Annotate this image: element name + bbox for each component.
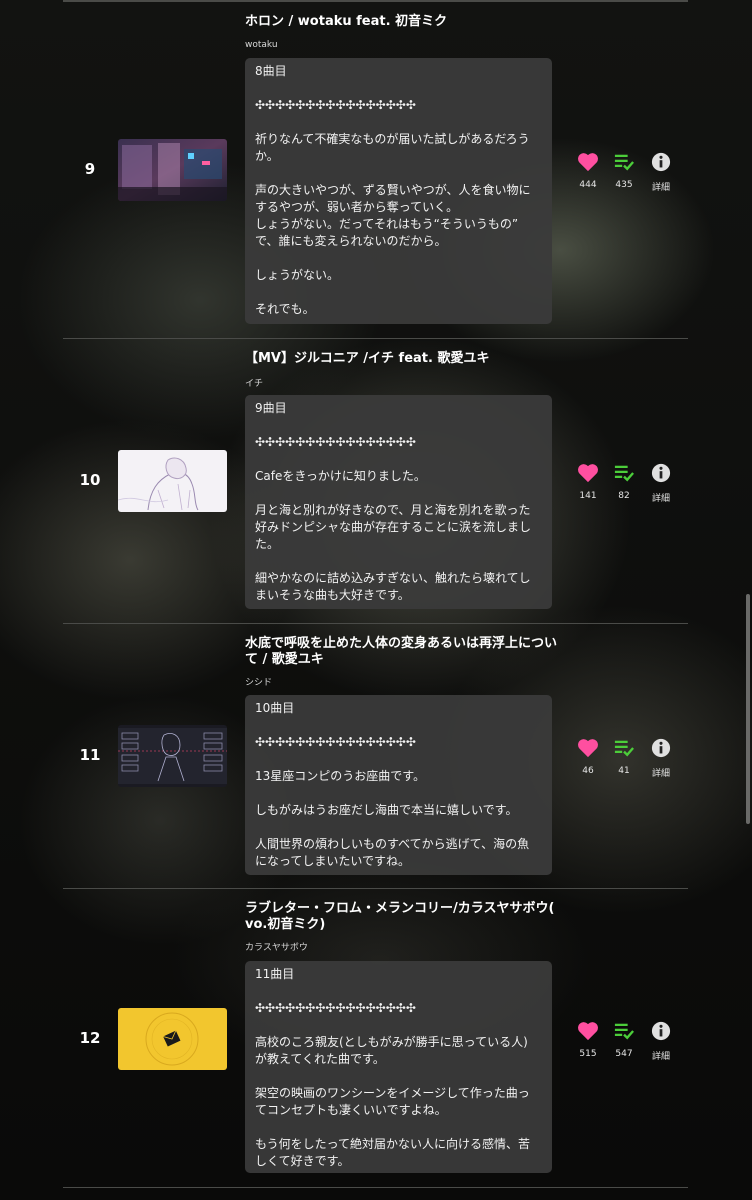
- divider: [63, 1187, 688, 1188]
- song-title[interactable]: ラブレター・フロム・メランコリー/カラスヤサボウ( vo.初音ミク): [245, 901, 565, 933]
- details-label: 詳細: [651, 769, 670, 779]
- details-button[interactable]: 詳細: [643, 152, 679, 193]
- like-button[interactable]: 46: [570, 738, 606, 776]
- divider: [63, 338, 688, 339]
- video-thumbnail[interactable]: [118, 725, 227, 787]
- comment-box: 9曲目 ✣✣✣✣✣✣✣✣✣✣✣✣✣✣✣✣ Cafeをきっかけに知りました。 月と…: [245, 395, 552, 609]
- action-group: 444 435 詳細: [570, 152, 680, 193]
- details-label: 詳細: [651, 1052, 670, 1062]
- artist-name[interactable]: カラスヤサボウ: [245, 940, 308, 953]
- rank-number: 11: [79, 746, 101, 764]
- details-label: 詳細: [651, 183, 670, 193]
- mylist-check-icon: [614, 740, 634, 757]
- mylist-button[interactable]: 547: [606, 1021, 642, 1059]
- artist-name[interactable]: イチ: [245, 376, 263, 389]
- details-button[interactable]: 詳細: [643, 738, 679, 779]
- song-title[interactable]: 水底で呼吸を止めた人体の変身あるいは再浮上につい て / 歌愛ユキ: [245, 636, 565, 668]
- mylist-check-icon: [614, 1023, 634, 1040]
- comment-box: 11曲目 ✣✣✣✣✣✣✣✣✣✣✣✣✣✣✣✣ 高校のころ親友(としもがみが勝手に思…: [245, 961, 552, 1173]
- rank-number: 12: [79, 1029, 101, 1047]
- info-icon: [651, 1021, 671, 1041]
- action-group: 515 547 詳細: [570, 1021, 680, 1062]
- like-button[interactable]: 444: [570, 152, 606, 190]
- details-button[interactable]: 詳細: [643, 1021, 679, 1062]
- video-thumbnail[interactable]: [118, 450, 227, 512]
- video-thumbnail[interactable]: [118, 1008, 227, 1070]
- info-icon: [651, 463, 671, 483]
- mylist-button[interactable]: 82: [606, 463, 642, 501]
- like-button[interactable]: 141: [570, 463, 606, 501]
- like-count: 444: [579, 180, 597, 190]
- divider: [63, 888, 688, 889]
- dark-ui-girl-thumbnail: [118, 725, 227, 787]
- mylist-count: 435: [615, 180, 633, 190]
- artist-name[interactable]: wotaku: [245, 40, 278, 50]
- heart-icon: [578, 1022, 598, 1041]
- details-label: 詳細: [651, 494, 670, 504]
- like-button[interactable]: 515: [570, 1021, 606, 1059]
- heart-icon: [578, 464, 598, 483]
- comment-box: 10曲目 ✣✣✣✣✣✣✣✣✣✣✣✣✣✣✣✣ 13星座コンピのうお座曲です。 しも…: [245, 695, 552, 875]
- like-count: 141: [579, 491, 597, 501]
- action-group: 46 41 詳細: [570, 738, 680, 779]
- sketch-girl-thumbnail: [118, 450, 227, 512]
- divider: [63, 623, 688, 624]
- rank-number: 9: [84, 160, 96, 178]
- like-count: 515: [579, 1049, 597, 1059]
- action-group: 141 82 詳細: [570, 463, 680, 504]
- video-thumbnail[interactable]: [118, 139, 227, 201]
- info-icon: [651, 152, 671, 172]
- heart-icon: [578, 153, 598, 172]
- info-icon: [651, 738, 671, 758]
- scrollbar-thumb[interactable]: [746, 594, 750, 824]
- mylist-count: 41: [618, 766, 630, 776]
- mylist-check-icon: [614, 465, 634, 482]
- heart-icon: [578, 739, 598, 758]
- neon-city-thumbnail: [118, 139, 227, 201]
- comment-box: 8曲目 ✣✣✣✣✣✣✣✣✣✣✣✣✣✣✣✣ 祈りなんて不確実なものが届いた試しがあ…: [245, 58, 552, 324]
- yellow-envelope-thumbnail: [118, 1008, 227, 1070]
- mylist-count: 547: [615, 1049, 633, 1059]
- mylist-count: 82: [618, 491, 630, 501]
- mylist-check-icon: [614, 154, 634, 171]
- like-count: 46: [582, 766, 594, 776]
- song-title[interactable]: 【MV】ジルコニア /イチ feat. 歌愛ユキ: [245, 351, 565, 367]
- rank-number: 10: [79, 471, 101, 489]
- divider: [63, 0, 688, 2]
- mylist-button[interactable]: 435: [606, 152, 642, 190]
- song-title[interactable]: ホロン / wotaku feat. 初音ミク: [245, 14, 565, 30]
- details-button[interactable]: 詳細: [643, 463, 679, 504]
- artist-name[interactable]: シシド: [245, 675, 272, 688]
- mylist-button[interactable]: 41: [606, 738, 642, 776]
